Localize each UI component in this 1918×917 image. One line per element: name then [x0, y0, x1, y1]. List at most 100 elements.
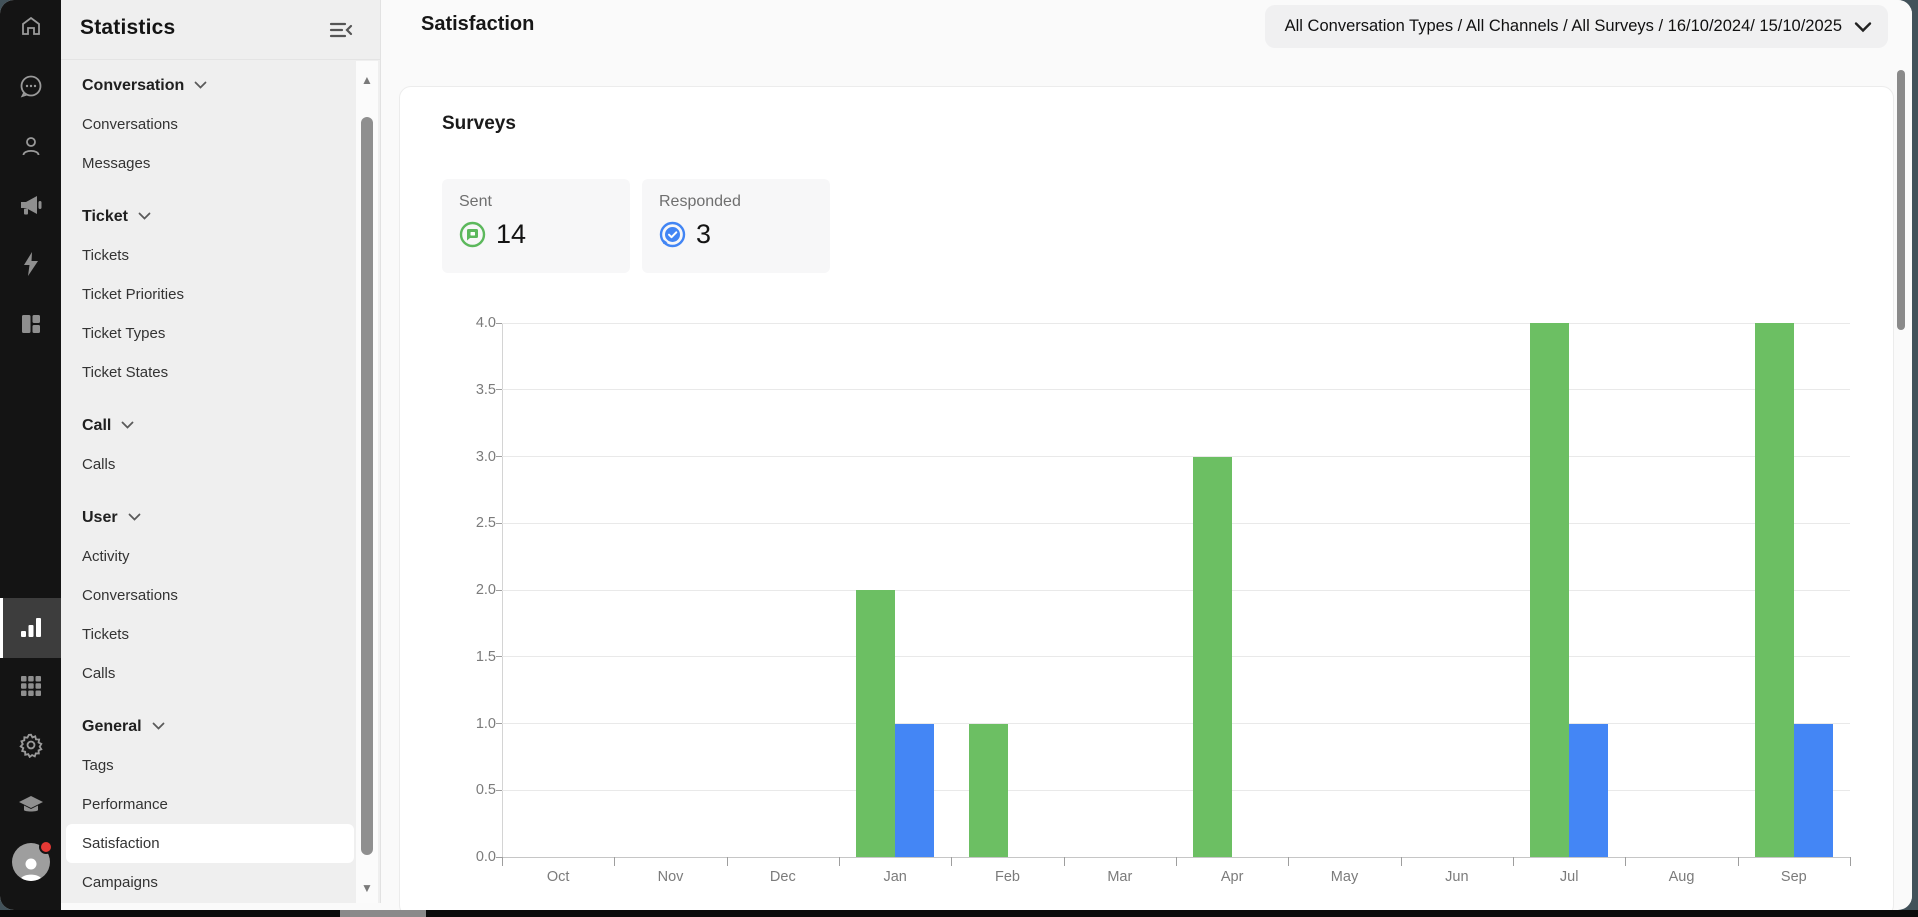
- bar-sent-jul[interactable]: [1530, 323, 1570, 857]
- sidebar-item-conversations[interactable]: Conversations: [61, 105, 354, 144]
- sidebar-section-conversation[interactable]: Conversation: [61, 66, 354, 105]
- avatar[interactable]: [0, 840, 61, 884]
- sidebar-item-tickets[interactable]: Tickets: [61, 615, 354, 654]
- x-axis-label-jul: Jul: [1559, 869, 1579, 885]
- stat-label: Responded: [659, 193, 741, 210]
- sidebar-item-conversations[interactable]: Conversations: [61, 576, 354, 615]
- surveys-card-title: Surveys: [442, 113, 516, 134]
- bar-responded-sep[interactable]: [1793, 723, 1833, 857]
- sidebar-item-activity[interactable]: Activity: [61, 537, 354, 576]
- chart-y-axis-labels: 0.0 0.5 1.0 1.5 2.0 2.5 3.0 3.5 4.0: [400, 315, 496, 865]
- main-scrollbar-thumb[interactable]: [1897, 70, 1905, 330]
- bar-sent-jan[interactable]: [856, 590, 896, 857]
- x-tick: [1063, 857, 1065, 866]
- x-axis-label-jan: Jan: [883, 869, 907, 885]
- x-axis-label-nov: Nov: [657, 869, 684, 885]
- y-axis-label: 3.5: [475, 381, 496, 398]
- x-axis-label-feb: Feb: [995, 869, 1020, 885]
- responded-check-icon: [659, 221, 686, 248]
- x-axis-label-may: May: [1330, 869, 1359, 885]
- stat-tile-responded: Responded 3: [642, 179, 830, 273]
- sidebar-title: Statistics: [80, 16, 176, 39]
- sidebar-item-ticket-types[interactable]: Ticket Types: [61, 314, 354, 353]
- graduation-cap-icon[interactable]: [0, 783, 61, 827]
- y-axis-label: 3.0: [475, 448, 496, 465]
- y-tick: [496, 789, 502, 791]
- apps-grid-icon[interactable]: [0, 664, 61, 708]
- sidebar-item-ticket-priorities[interactable]: Ticket Priorities: [61, 275, 354, 314]
- bar-sent-sep[interactable]: [1754, 323, 1794, 857]
- gridline-3.0: [502, 456, 1850, 457]
- bar-sent-feb[interactable]: [968, 723, 1008, 857]
- y-axis-label: 1.5: [475, 648, 496, 665]
- x-axis-label-jun: Jun: [1445, 869, 1469, 885]
- bar-responded-jan[interactable]: [895, 723, 935, 857]
- chevron-down-icon: [152, 722, 165, 731]
- kanban-icon[interactable]: [0, 302, 61, 346]
- surveys-bar-chart: Oct Nov Dec Jan Feb Mar Apr May Jun Jul Aug Sep: [496, 322, 1851, 885]
- bar-responded-jul[interactable]: [1569, 723, 1609, 857]
- x-tick: [726, 857, 728, 866]
- contacts-icon[interactable]: [0, 124, 61, 168]
- x-axis-label-mar: Mar: [1107, 869, 1133, 885]
- chat-icon[interactable]: [0, 64, 61, 108]
- x-axis-label-dec: Dec: [769, 869, 796, 885]
- sent-message-icon: [459, 221, 486, 248]
- gridline-3.5: [502, 389, 1850, 391]
- stat-label: Sent: [459, 193, 492, 210]
- sidebar-item-performance[interactable]: Performance: [61, 785, 354, 824]
- chevron-down-icon: [1854, 21, 1872, 33]
- sidebar-item-messages[interactable]: Messages: [61, 144, 354, 183]
- x-tick: [951, 857, 953, 866]
- sidebar-item-tags[interactable]: Tags: [61, 746, 354, 785]
- sidebar-item-campaigns[interactable]: Campaigns: [61, 863, 354, 902]
- sidebar-item-ticket-states[interactable]: Ticket States: [61, 353, 354, 392]
- x-tick: [1513, 857, 1514, 866]
- window-bottom-edge: [0, 910, 1918, 917]
- sidebar-item-tickets[interactable]: Tickets: [61, 236, 354, 275]
- y-axis-label: 4.0: [475, 315, 496, 331]
- gridline-4.0: [502, 322, 1850, 324]
- x-tick: [1737, 857, 1739, 866]
- sidebar-item-satisfaction[interactable]: Satisfaction: [66, 824, 354, 863]
- collapse-sidebar-icon[interactable]: [328, 18, 354, 42]
- megaphone-icon[interactable]: [0, 183, 61, 227]
- page-title: Satisfaction: [421, 13, 535, 35]
- icon-rail: [0, 0, 61, 910]
- y-tick: [496, 322, 502, 324]
- sidebar-item-calls[interactable]: Calls: [61, 654, 354, 693]
- x-tick: [1850, 857, 1851, 866]
- x-tick: [1288, 857, 1290, 866]
- statistics-sidebar: Statistics Conversation Conversations Mess…: [61, 0, 380, 903]
- x-tick: [1625, 857, 1627, 866]
- x-tick: [1176, 857, 1177, 866]
- gear-icon[interactable]: [0, 723, 61, 767]
- x-tick: [839, 857, 840, 866]
- filter-text: All Conversation Types / All Channels / …: [1284, 17, 1842, 35]
- y-tick: [496, 522, 502, 524]
- home-icon[interactable]: [0, 4, 61, 48]
- gridline-2.0: [502, 589, 1850, 591]
- sidebar-section-general[interactable]: General: [61, 707, 354, 746]
- scroll-up-icon[interactable]: ▲: [360, 73, 374, 87]
- filter-breadcrumb[interactable]: All Conversation Types / All Channels / …: [1264, 5, 1888, 48]
- gridline-1.0: [502, 723, 1850, 724]
- lightning-icon[interactable]: [0, 242, 61, 286]
- sidebar-item-calls[interactable]: Calls: [61, 445, 354, 484]
- x-tick: [502, 857, 503, 866]
- sidebar-scrollbar[interactable]: ▲ ▼: [356, 61, 378, 903]
- sidebar-scrollbar-thumb[interactable]: [361, 117, 373, 855]
- stat-tile-sent: Sent 14: [442, 179, 630, 273]
- scroll-down-icon[interactable]: ▼: [360, 881, 374, 895]
- bar-chart-icon[interactable]: [0, 598, 61, 658]
- y-axis-label: 2.0: [475, 582, 496, 598]
- y-axis-label: 2.5: [475, 515, 496, 532]
- sidebar-section-user[interactable]: User: [61, 498, 354, 537]
- sidebar-section-ticket[interactable]: Ticket: [61, 197, 354, 236]
- chevron-down-icon: [138, 212, 151, 221]
- app-window: Statistics Conversation Conversations Mess…: [0, 0, 1912, 910]
- sidebar-section-call[interactable]: Call: [61, 406, 354, 445]
- bar-sent-apr[interactable]: [1193, 456, 1233, 857]
- x-axis-label-oct: Oct: [546, 869, 570, 885]
- desktop-background: Statistics Conversation Conversations Mess…: [0, 0, 1918, 917]
